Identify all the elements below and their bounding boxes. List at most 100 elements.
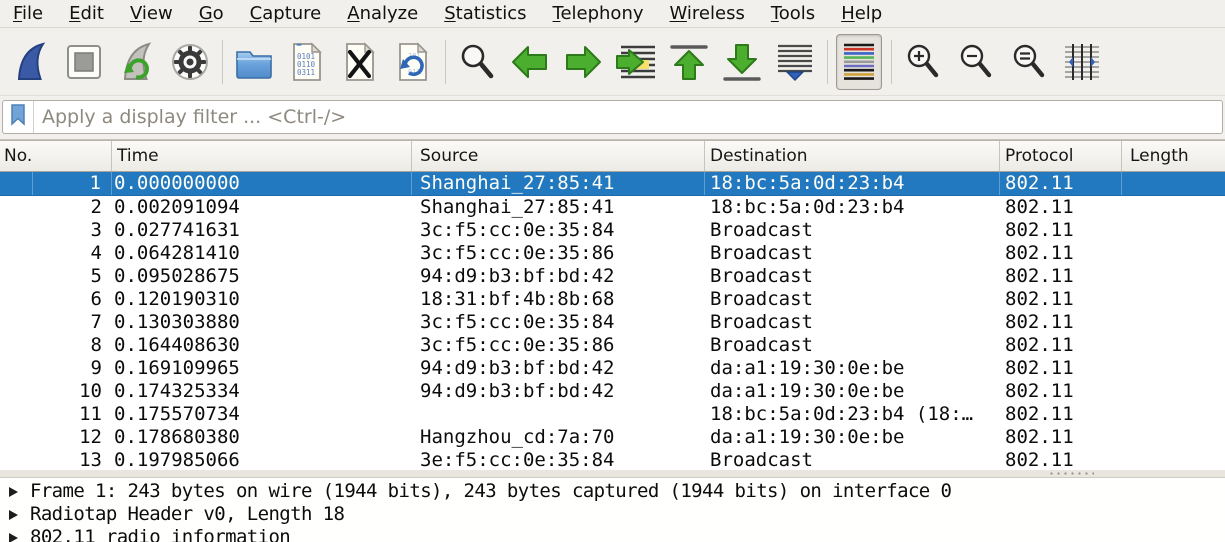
resize-columns-button[interactable] — [1059, 34, 1105, 90]
cell-source: 3c:f5:cc:0e:35:84 — [412, 219, 705, 242]
cell-dest: Broadcast — [705, 219, 1000, 242]
pane-splitter[interactable] — [0, 470, 1225, 478]
menu-telephony[interactable]: Telephony — [540, 0, 657, 27]
start-capture-button[interactable] — [8, 34, 54, 90]
zoom-original-button[interactable] — [1006, 34, 1052, 90]
find-packet-button[interactable] — [454, 34, 500, 90]
packet-row-11[interactable]: 110.17557073418:bc:5a:0d:23:b4 (18:…802.… — [0, 403, 1225, 426]
cell-time: 0.169109965 — [112, 357, 412, 380]
cell-length — [1122, 172, 1225, 195]
packet-row-5[interactable]: 50.09502867594:d9:b3:bf:bd:42Broadcast80… — [0, 265, 1225, 288]
zoom-out-icon — [955, 39, 997, 85]
capture-options-button[interactable] — [167, 34, 213, 90]
menu-view[interactable]: View — [117, 0, 186, 27]
go-last-packet-button[interactable] — [719, 34, 765, 90]
cell-source: 3c:f5:cc:0e:35:86 — [412, 242, 705, 265]
display-filter-input[interactable] — [34, 101, 1222, 133]
cell-marker — [0, 426, 33, 449]
cell-length — [1122, 288, 1225, 311]
packet-row-4[interactable]: 40.0642814103c:f5:cc:0e:35:86Broadcast80… — [0, 242, 1225, 265]
column-header-length[interactable]: Length — [1122, 141, 1225, 171]
cell-time: 0.000000000 — [112, 172, 412, 195]
menu-go[interactable]: Go — [186, 0, 237, 27]
column-header-source[interactable]: Source — [412, 141, 705, 171]
menu-analyze[interactable]: Analyze — [334, 0, 431, 27]
menu-wireless[interactable]: Wireless — [657, 0, 758, 27]
packet-row-8[interactable]: 80.1644086303c:f5:cc:0e:35:86Broadcast80… — [0, 334, 1225, 357]
column-header-destination[interactable]: Destination — [705, 141, 1000, 171]
cell-time: 0.174325334 — [112, 380, 412, 403]
cell-no: 7 — [33, 311, 112, 334]
cell-protocol: 802.11 — [1000, 380, 1122, 403]
cell-no: 8 — [33, 334, 112, 357]
menu-file[interactable]: File — [0, 0, 56, 27]
zoom-in-button[interactable] — [900, 34, 946, 90]
cell-marker — [0, 219, 33, 242]
column-header-time[interactable]: Time — [112, 141, 412, 171]
detail-row-2[interactable]: 802.11 radio information — [0, 526, 1225, 542]
zoom-out-button[interactable] — [953, 34, 999, 90]
detail-row-1[interactable]: Radiotap Header v0, Length 18 — [0, 503, 1225, 526]
cell-marker — [0, 334, 33, 357]
open-file-button[interactable] — [231, 34, 277, 90]
cell-protocol: 802.11 — [1000, 334, 1122, 357]
cell-protocol: 802.11 — [1000, 426, 1122, 449]
cell-protocol: 802.11 — [1000, 265, 1122, 288]
packet-row-1[interactable]: 10.000000000Shanghai_27:85:4118:bc:5a:0d… — [0, 172, 1225, 196]
cell-protocol: 802.11 — [1000, 449, 1122, 470]
cell-marker — [0, 357, 33, 380]
cell-dest: Broadcast — [705, 242, 1000, 265]
stop-capture-button[interactable] — [61, 34, 107, 90]
menu-help[interactable]: Help — [828, 0, 895, 27]
wireshark-window: FileEditViewGoCaptureAnalyzeStatisticsTe… — [0, 0, 1225, 542]
detail-row-0[interactable]: Frame 1: 243 bytes on wire (1944 bits), … — [0, 480, 1225, 503]
packet-row-12[interactable]: 120.178680380Hangzhou_cd:7a:70da:a1:19:3… — [0, 426, 1225, 449]
go-back-button[interactable] — [507, 34, 553, 90]
go-forward-button[interactable] — [560, 34, 606, 90]
auto-scroll-button[interactable] — [772, 34, 818, 90]
cell-length — [1122, 219, 1225, 242]
expand-triangle-icon[interactable] — [9, 533, 18, 542]
expand-triangle-icon[interactable] — [9, 487, 18, 497]
expand-triangle-icon[interactable] — [9, 510, 18, 520]
packet-row-2[interactable]: 20.002091094Shanghai_27:85:4118:bc:5a:0d… — [0, 196, 1225, 219]
cell-time: 0.197985066 — [112, 449, 412, 470]
display-filter-field[interactable] — [2, 100, 1223, 134]
cell-source: 94:d9:b3:bf:bd:42 — [412, 265, 705, 288]
menu-edit[interactable]: Edit — [56, 0, 117, 27]
document-reload-icon: 101011 — [392, 39, 434, 85]
menu-capture[interactable]: Capture — [237, 0, 335, 27]
packet-row-3[interactable]: 30.0277416313c:f5:cc:0e:35:84Broadcast80… — [0, 219, 1225, 242]
go-first-packet-button[interactable] — [666, 34, 712, 90]
colorize-packets-button[interactable] — [836, 34, 882, 90]
column-header-no[interactable]: No. — [0, 141, 112, 171]
cell-length — [1122, 426, 1225, 449]
cell-time: 0.164408630 — [112, 334, 412, 357]
cell-dest: 18:bc:5a:0d:23:b4 — [705, 196, 1000, 219]
save-file-button[interactable]: 010101100311 — [284, 34, 330, 90]
filter-bookmark-button[interactable] — [3, 101, 34, 133]
column-header-protocol[interactable]: Protocol — [1000, 141, 1122, 171]
cell-source: Hangzhou_cd:7a:70 — [412, 426, 705, 449]
cell-marker — [0, 311, 33, 334]
menu-statistics[interactable]: Statistics — [431, 0, 539, 27]
packet-row-13[interactable]: 130.1979850663e:f5:cc:0e:35:84Broadcast8… — [0, 449, 1225, 470]
restart-fin-icon — [116, 39, 158, 85]
packet-row-7[interactable]: 70.1303038803c:f5:cc:0e:35:84Broadcast80… — [0, 311, 1225, 334]
toolbar-separator — [891, 40, 892, 84]
go-to-packet-button[interactable] — [613, 34, 659, 90]
close-file-button[interactable] — [337, 34, 383, 90]
cell-source: 94:d9:b3:bf:bd:42 — [412, 380, 705, 403]
cell-source: Shanghai_27:85:41 — [412, 172, 705, 195]
packet-row-10[interactable]: 100.17432533494:d9:b3:bf:bd:42da:a1:19:3… — [0, 380, 1225, 403]
packet-row-6[interactable]: 60.12019031018:31:bf:4b:8b:68Broadcast80… — [0, 288, 1225, 311]
restart-capture-button[interactable] — [114, 34, 160, 90]
detail-text: Frame 1: 243 bytes on wire (1944 bits), … — [30, 480, 951, 503]
cell-marker — [0, 242, 33, 265]
menu-tools[interactable]: Tools — [758, 0, 828, 27]
cell-source: 18:31:bf:4b:8b:68 — [412, 288, 705, 311]
cell-protocol: 802.11 — [1000, 219, 1122, 242]
cell-protocol: 802.11 — [1000, 288, 1122, 311]
reload-file-button[interactable]: 101011 — [390, 34, 436, 90]
packet-row-9[interactable]: 90.16910996594:d9:b3:bf:bd:42da:a1:19:30… — [0, 357, 1225, 380]
